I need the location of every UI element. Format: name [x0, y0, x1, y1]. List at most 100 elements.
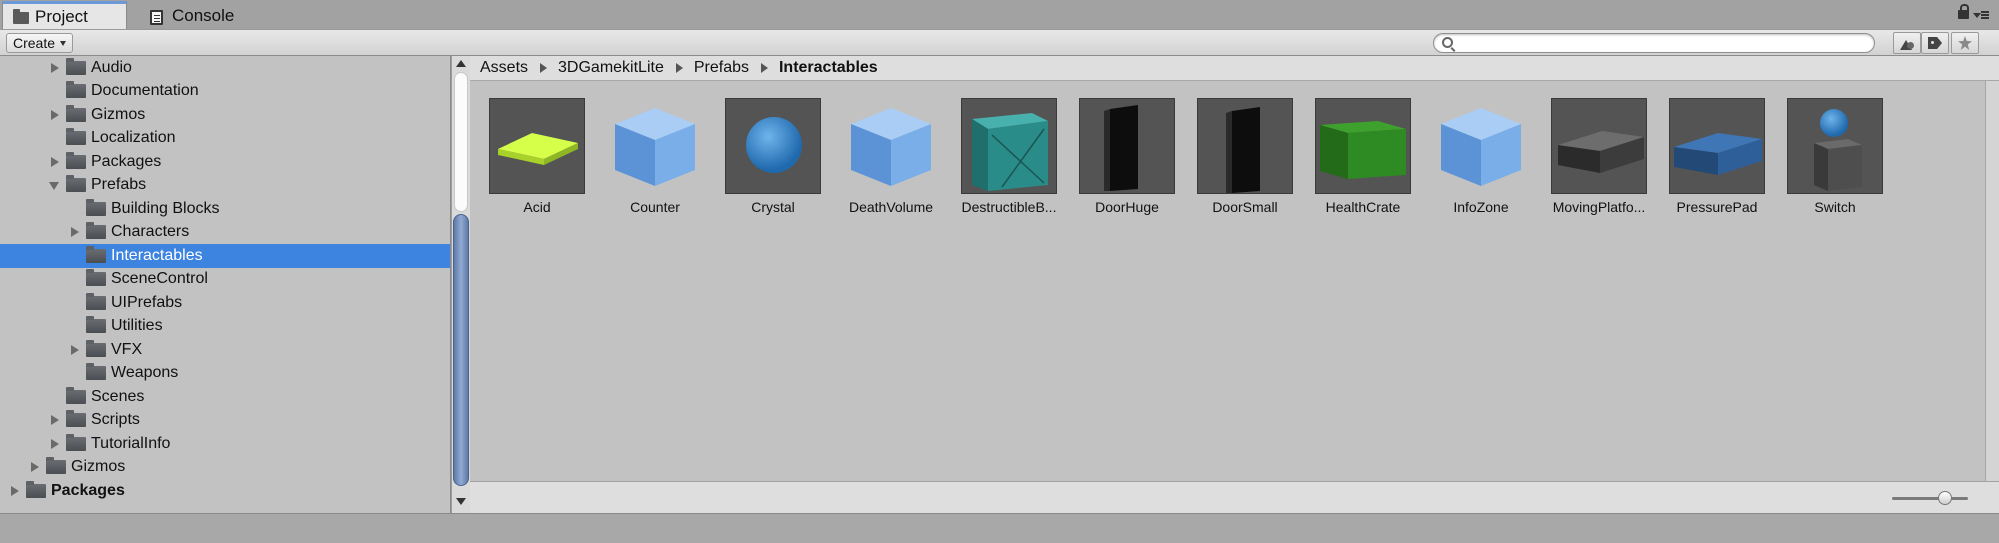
expand-arrow-icon[interactable]: [8, 485, 20, 497]
asset-tile-movingplatform[interactable]: MovingPlatfo...: [1530, 98, 1648, 228]
folder-icon: [46, 457, 66, 475]
acid-slab-icon: [489, 98, 585, 194]
expand-arrow-icon[interactable]: [68, 226, 80, 238]
teal-crate-icon: [961, 98, 1057, 194]
tree-item-label: Prefabs: [91, 176, 147, 194]
create-button[interactable]: Create: [6, 33, 74, 53]
expand-arrow-icon[interactable]: [28, 461, 40, 473]
tree-item-vfx[interactable]: VFX: [0, 338, 450, 362]
tree-item-gizmos[interactable]: Gizmos: [0, 103, 450, 127]
console-icon: [150, 9, 166, 25]
tree-item-scenecontrol[interactable]: SceneControl: [0, 268, 450, 292]
tree-item-interactables[interactable]: Interactables: [0, 244, 450, 268]
tree-item-weapons[interactable]: Weapons: [0, 362, 450, 386]
asset-label: Switch: [1814, 199, 1856, 215]
tab-console-label: Console: [172, 6, 235, 25]
scroll-up-arrow-icon[interactable]: [456, 60, 466, 67]
label-tag-icon: [1928, 37, 1942, 49]
asset-tile-switch[interactable]: Switch: [1766, 98, 1884, 228]
save-search-button[interactable]: [1951, 32, 1979, 54]
breadcrumb-3dgamekitlite[interactable]: 3DGamekitLite: [558, 59, 664, 77]
asset-tile-deathvolume[interactable]: DeathVolume: [822, 98, 940, 228]
tree-item-localization[interactable]: Localization: [0, 127, 450, 151]
asset-tile-doorsmall[interactable]: DoorSmall: [1176, 98, 1294, 228]
tab-console[interactable]: Console: [140, 3, 270, 29]
tree-item-documentation[interactable]: Documentation: [0, 80, 450, 104]
panel-menu-icon[interactable]: [1973, 10, 1989, 20]
tree-item-characters[interactable]: Characters: [0, 221, 450, 245]
expand-arrow-icon[interactable]: [68, 344, 80, 356]
search-by-label-button[interactable]: [1921, 32, 1949, 54]
search-input[interactable]: [1462, 35, 1862, 51]
tab-project[interactable]: Project: [2, 1, 127, 29]
search-by-type-button[interactable]: [1893, 32, 1921, 54]
slider-track[interactable]: [1892, 497, 1968, 500]
breadcrumb-assets[interactable]: Assets: [480, 59, 528, 77]
expand-arrow-icon[interactable]: [48, 62, 60, 74]
star-icon: [1958, 36, 1972, 50]
toolbar: Create: [0, 29, 1999, 56]
folder-icon: [66, 151, 86, 169]
chevron-right-icon: [674, 63, 684, 73]
blue-cube-icon: [607, 98, 703, 194]
scroll-down-arrow-icon[interactable]: [456, 498, 466, 505]
asset-tile-healthcrate[interactable]: HealthCrate: [1294, 98, 1412, 228]
tree-item-label: SceneControl: [111, 270, 208, 288]
collapse-arrow-icon[interactable]: [48, 179, 60, 191]
status-bar: [470, 481, 1999, 513]
folder-icon: [86, 339, 106, 357]
folder-icon: [26, 480, 46, 498]
folder-icon: [86, 245, 106, 263]
tree-item-scenes[interactable]: Scenes: [0, 385, 450, 409]
expand-arrow-icon[interactable]: [48, 109, 60, 121]
folder-icon: [66, 104, 86, 122]
search-icon: [1442, 37, 1453, 48]
scrollbar-thumb[interactable]: [453, 214, 469, 486]
grey-platform-icon: [1551, 98, 1647, 194]
folder-icon: [66, 386, 86, 404]
tree-item-prefabs[interactable]: Prefabs: [0, 174, 450, 198]
tree-item-tutorialinfo[interactable]: TutorialInfo: [0, 432, 450, 456]
tree-item-packages[interactable]: Packages: [0, 150, 450, 174]
breadcrumb: Assets 3DGamekitLite Prefabs Interactabl…: [470, 56, 1999, 81]
asset-browser: Assets 3DGamekitLite Prefabs Interactabl…: [470, 56, 1999, 513]
expand-arrow-icon[interactable]: [48, 438, 60, 450]
tree-item-packages-root[interactable]: Packages: [0, 479, 450, 503]
tree-item-scripts[interactable]: Scripts: [0, 409, 450, 433]
icon-size-slider[interactable]: [1892, 490, 1968, 506]
tree-item-label: Interactables: [111, 246, 203, 264]
breadcrumb-prefabs[interactable]: Prefabs: [694, 59, 749, 77]
search-field[interactable]: [1433, 33, 1875, 53]
folder-icon: [66, 175, 86, 193]
switch-icon: [1787, 98, 1883, 194]
tree-item-gizmos-root[interactable]: Gizmos: [0, 456, 450, 480]
asset-grid-scrollbar[interactable]: [1985, 81, 1999, 481]
tree-item-building-blocks[interactable]: Building Blocks: [0, 197, 450, 221]
black-door-icon: [1197, 98, 1293, 194]
tree-item-audio[interactable]: Audio: [0, 56, 450, 80]
tree-item-utilities[interactable]: Utilities: [0, 315, 450, 339]
asset-tile-crystal[interactable]: Crystal: [704, 98, 822, 228]
asset-tile-acid[interactable]: Acid: [468, 98, 586, 228]
asset-tile-pressurepad[interactable]: PressurePad: [1648, 98, 1766, 228]
chevron-down-icon: [60, 40, 67, 46]
folder-icon: [86, 292, 106, 310]
tree-item-label: VFX: [111, 340, 143, 358]
folder-icon: [86, 316, 106, 334]
breadcrumb-interactables[interactable]: Interactables: [779, 59, 878, 77]
type-filter-icon: [1900, 37, 1914, 50]
folder-tree: Audio Documentation Gizmos Localization …: [0, 56, 451, 513]
folder-icon: [86, 363, 106, 381]
lock-icon[interactable]: [1958, 4, 1969, 19]
tree-item-uiprefabs[interactable]: UIPrefabs: [0, 291, 450, 315]
slider-thumb[interactable]: [1938, 491, 1952, 505]
expand-arrow-icon[interactable]: [48, 414, 60, 426]
tree-item-label: Documentation: [91, 82, 199, 100]
expand-arrow-icon[interactable]: [48, 156, 60, 168]
asset-tile-infozone[interactable]: InfoZone: [1412, 98, 1530, 228]
asset-tile-counter[interactable]: Counter: [586, 98, 704, 228]
asset-tile-destructiblebox[interactable]: DestructibleB...: [940, 98, 1058, 228]
scrollbar-track[interactable]: [454, 72, 468, 212]
asset-tile-doorhuge[interactable]: DoorHuge: [1058, 98, 1176, 228]
folder-icon: [13, 9, 29, 24]
